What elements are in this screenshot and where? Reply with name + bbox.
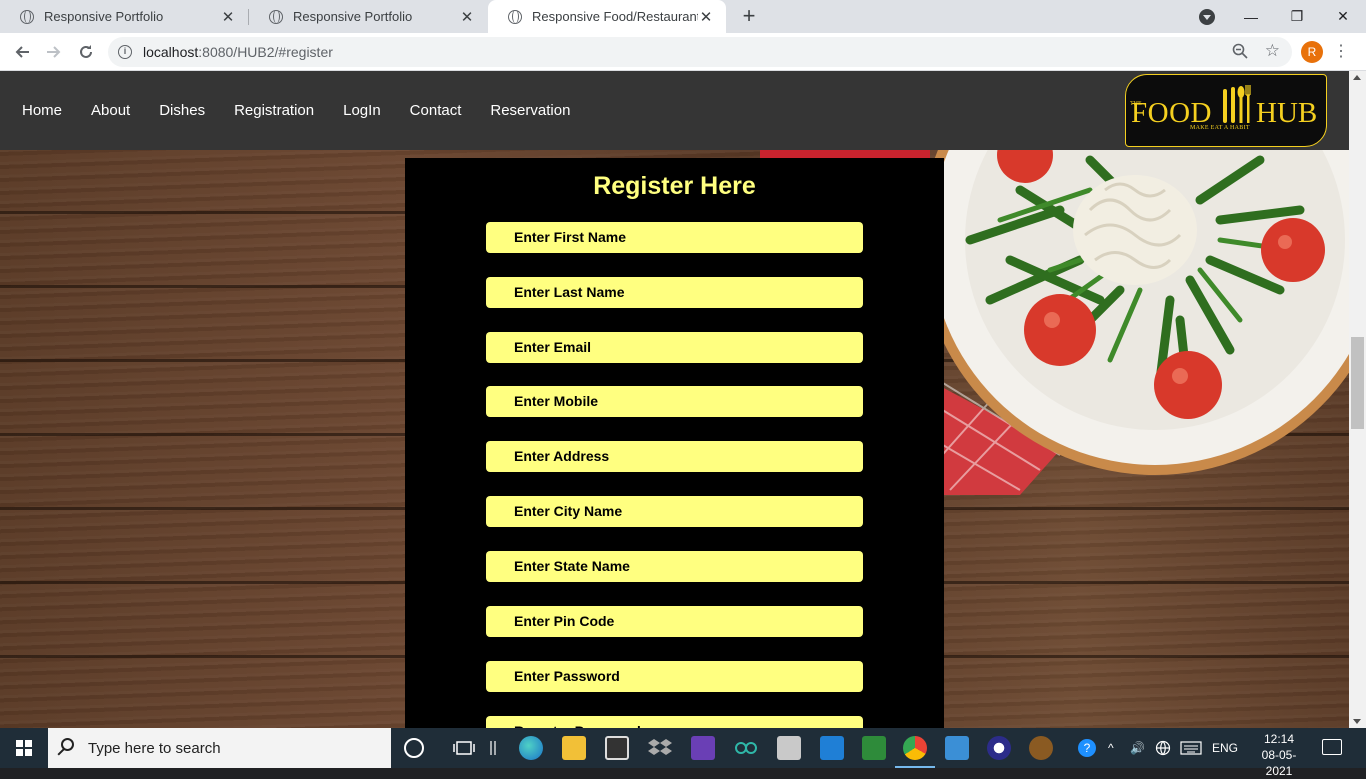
address-field[interactable]: Enter Address [486,441,863,472]
arduino-icon[interactable] [734,736,758,760]
photos-icon[interactable] [945,736,969,760]
restore-button[interactable]: ❐ [1274,0,1320,33]
city-field[interactable]: Enter City Name [486,496,863,527]
site-info-icon[interactable]: i [118,45,132,59]
close-window-button[interactable]: ✕ [1320,0,1366,33]
bookmark-star-icon[interactable]: ☆ [1265,41,1280,61]
close-tab-icon[interactable]: ✕ [698,8,714,26]
search-placeholder: Type here to search [88,740,221,757]
dropbox-icon[interactable] [648,736,672,760]
browser-tab-1[interactable]: Responsive Portfolio ✕ [0,0,248,33]
tab-title: Responsive Portfolio [44,9,164,24]
profile-avatar[interactable]: R [1301,41,1323,63]
back-arrow-icon[interactable] [9,39,35,65]
scroll-down-arrow-icon[interactable] [1353,719,1361,724]
nav-home[interactable]: Home [22,102,62,119]
file-explorer-icon[interactable] [562,736,586,760]
help-icon[interactable]: ? [1076,728,1098,768]
nav-reservation[interactable]: Reservation [490,102,570,119]
logo-hub: HUB [1256,97,1318,129]
globe-icon [20,9,34,24]
nav-registration[interactable]: Registration [234,102,314,119]
pin-code-field[interactable]: Enter Pin Code [486,606,863,637]
chrome-icon[interactable] [903,736,927,760]
url-text: localhost:8080/HUB2/#register [143,44,333,60]
task-view-icon[interactable] [452,736,476,760]
address-bar[interactable]: i localhost:8080/HUB2/#register ☆ [108,37,1292,67]
cortana-icon[interactable] [404,738,424,758]
last-name-field[interactable]: Enter Last Name [486,277,863,308]
mail-icon[interactable] [820,736,844,760]
password-field[interactable]: Enter Password [486,661,863,692]
snipping-tool-icon[interactable] [777,736,801,760]
first-name-field[interactable]: Enter First Name [486,222,863,253]
tab-title: Responsive Food/Restaurant Wel [532,9,698,24]
register-heading: Register Here [593,172,756,200]
minimize-button[interactable]: — [1228,0,1274,33]
browser-tab-strip: Responsive Portfolio ✕ Responsive Portfo… [0,0,1366,33]
cutlery-icon [1223,85,1251,123]
mobile-field[interactable]: Enter Mobile [486,386,863,417]
page-scrollbar[interactable] [1349,71,1366,728]
store-icon[interactable] [605,736,629,760]
clock-date: 08-05-2021 [1261,748,1297,778]
eclipse-icon[interactable] [987,736,1011,760]
nav-dishes[interactable]: Dishes [159,102,205,119]
browser-menu-icon[interactable]: ⋮ [1333,40,1349,64]
reenter-password-field[interactable]: Re-enter Password [486,716,863,728]
state-field[interactable]: Enter State Name [486,551,863,582]
svg-text:?: ? [1084,741,1091,755]
food-hub-logo[interactable]: THE FOOD HUB MAKE EAT A HABIT [1125,74,1327,147]
browser-toolbar: i localhost:8080/HUB2/#register ☆ R ⋮ [0,33,1366,71]
language-indicator[interactable]: ENG [1212,728,1238,768]
browser-tab-3-active[interactable]: Responsive Food/Restaurant Wel ✕ [488,0,726,33]
close-tab-icon[interactable]: ✕ [220,8,236,26]
scrollbar-thumb[interactable] [1351,337,1364,429]
globe-icon [508,9,522,24]
page-viewport: Home About Dishes Registration LogIn Con… [0,71,1349,728]
registration-form: Register Here Enter First Name Enter Las… [405,158,944,728]
browser-tab-2[interactable]: Responsive Portfolio ✕ [249,0,487,33]
logo-tagline: MAKE EAT A HABIT [1190,125,1250,131]
taskbar-search[interactable]: Type here to search [48,728,391,768]
start-button[interactable] [0,728,48,768]
scroll-up-arrow-icon[interactable] [1353,75,1361,80]
url-host: localhost [143,44,199,60]
show-hidden-icons-icon[interactable]: ^ [1108,728,1114,768]
nav-login[interactable]: LogIn [343,102,381,119]
spreadsheet-app-icon[interactable] [862,736,886,760]
close-tab-icon[interactable]: ✕ [459,8,475,26]
zoom-icon[interactable] [1232,43,1248,63]
nav-about[interactable]: About [91,102,130,119]
url-path: :8080/HUB2/#register [198,44,333,60]
email-field[interactable]: Enter Email [486,332,863,363]
forward-arrow-icon[interactable] [41,39,67,65]
search-icon [61,738,74,751]
edge-browser-icon[interactable] [519,736,543,760]
tab-title: Responsive Portfolio [293,9,413,24]
notification-center-icon[interactable] [1322,739,1342,755]
taskbar-divider-icon [489,736,497,760]
java-app-icon[interactable] [1029,736,1053,760]
globe-icon [269,9,283,24]
clock-time: 12:14 [1263,732,1295,746]
tab-search-icon[interactable] [1199,9,1215,25]
network-globe-icon[interactable] [1155,728,1171,768]
taskbar-clock[interactable]: 12:14 08-05-2021 [1250,731,1308,779]
windows-logo-icon [16,740,32,756]
new-tab-button[interactable]: + [738,4,760,28]
reload-icon[interactable] [73,39,99,65]
keyboard-icon[interactable] [1180,728,1202,768]
windows-taskbar: Type here to search ? ^ 🔊 ENG 12:14 08-0… [0,728,1366,778]
volume-icon[interactable]: 🔊 [1130,728,1145,768]
site-navbar: Home About Dishes Registration LogIn Con… [0,71,1349,150]
nav-contact[interactable]: Contact [410,102,462,119]
visual-studio-icon[interactable] [691,736,715,760]
